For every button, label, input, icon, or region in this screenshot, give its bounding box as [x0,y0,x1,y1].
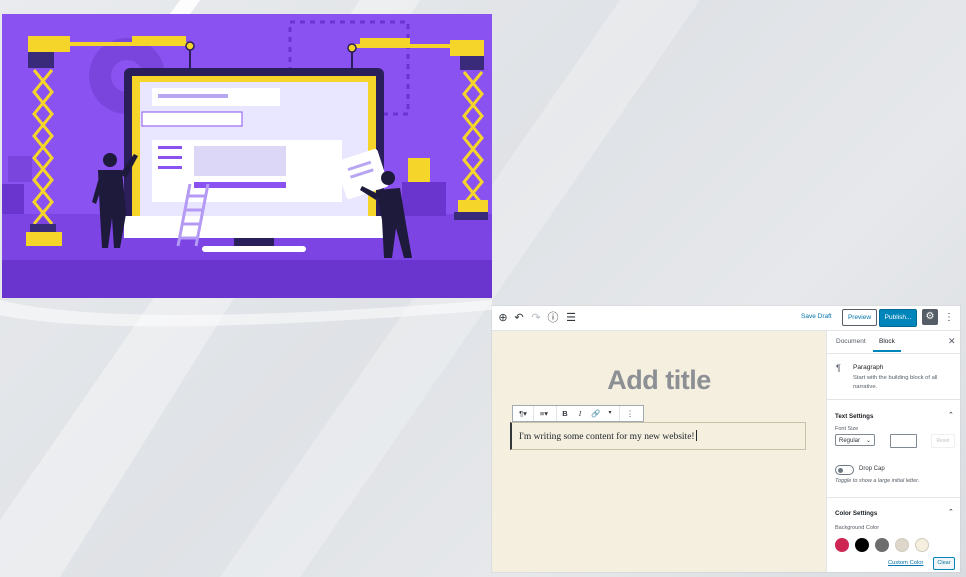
redo-icon[interactable]: ↷ [529,311,543,325]
block-info-card: ¶ Paragraph Start with the building bloc… [827,354,960,400]
align-icon[interactable]: ≡▾ [536,406,552,421]
tab-document[interactable]: Document [836,338,866,345]
paragraph-text[interactable]: I'm writing some content for my new webs… [519,432,695,442]
info-icon[interactable]: ⓘ [546,311,560,325]
more-vertical-icon[interactable]: ⋮ [944,311,954,325]
font-size-select[interactable]: Regular ⌄ [835,434,875,446]
panel-divider [827,497,960,498]
drop-cap-toggle[interactable] [835,465,854,475]
font-size-value: Regular [839,438,861,444]
custom-font-size-input[interactable] [890,434,917,448]
add-block-icon[interactable]: ⊕ [496,311,510,325]
color-swatch[interactable] [895,538,909,552]
clear-button[interactable]: Clear [933,557,955,570]
background-color-label: Background Color [835,525,880,531]
color-swatch[interactable] [875,538,889,552]
undo-icon[interactable]: ↶ [512,311,526,325]
sidebar-tabs: Document Block ✕ [827,331,960,354]
toggle-knob [838,467,843,473]
list-view-icon[interactable]: ☰ [564,311,578,325]
paragraph-icon[interactable]: ¶▾ [516,406,530,421]
chevron-down-icon: ⌄ [865,438,871,444]
close-icon[interactable]: ✕ [948,336,956,347]
text-caret [695,430,697,441]
italic-button[interactable]: I [575,406,585,421]
save-draft-button[interactable]: Save Draft [801,313,832,320]
font-size-label: Font Size [835,426,859,432]
block-description: Start with the building block of all nar… [853,375,938,390]
paragraph-icon: ¶ [836,363,841,373]
reset-button[interactable]: Reset [931,434,955,448]
hero-illustration [2,14,492,298]
chevron-up-icon[interactable]: ⌃ [948,411,954,419]
drop-cap-label: Drop Cap [859,466,885,472]
chevron-up-icon[interactable]: ⌃ [948,508,954,516]
color-swatch[interactable] [915,538,929,552]
chevron-down-icon[interactable]: ▾ [605,406,615,421]
tab-block[interactable]: Block [879,338,895,345]
color-settings-title[interactable]: Color Settings [835,510,877,517]
link-icon[interactable]: 🔗 [590,406,602,421]
bold-button[interactable]: B [560,406,570,421]
paragraph-block[interactable]: I'm writing some content for my new webs… [510,422,806,450]
publish-button[interactable]: Publish... [879,309,917,327]
settings-gear-icon[interactable]: ⚙ [922,309,938,325]
drop-cap-help: Toggle to show a large initial letter. [835,478,920,484]
block-editor: ⊕ ↶ ↷ ⓘ ☰ Save Draft Preview Publish... … [492,306,960,572]
preview-button[interactable]: Preview [842,309,877,326]
block-more-icon[interactable]: ⋮ [625,406,635,421]
color-swatch[interactable] [855,538,869,552]
color-swatch[interactable] [835,538,849,552]
editor-canvas: Add title ¶▾ ≡▾ B I 🔗 ▾ ⋮ I'm writing so… [492,331,826,572]
text-settings-title[interactable]: Text Settings [835,413,873,420]
editor-top-toolbar: ⊕ ↶ ↷ ⓘ ☰ Save Draft Preview Publish... … [492,306,960,331]
block-name: Paragraph [853,364,884,371]
custom-color-link[interactable]: Custom Color [888,560,923,566]
active-tab-indicator [873,350,901,352]
block-toolbar: ¶▾ ≡▾ B I 🔗 ▾ ⋮ [512,405,644,422]
settings-sidebar: Document Block ✕ ¶ Paragraph Start with … [826,331,960,572]
post-title-field[interactable]: Add title [492,365,826,396]
